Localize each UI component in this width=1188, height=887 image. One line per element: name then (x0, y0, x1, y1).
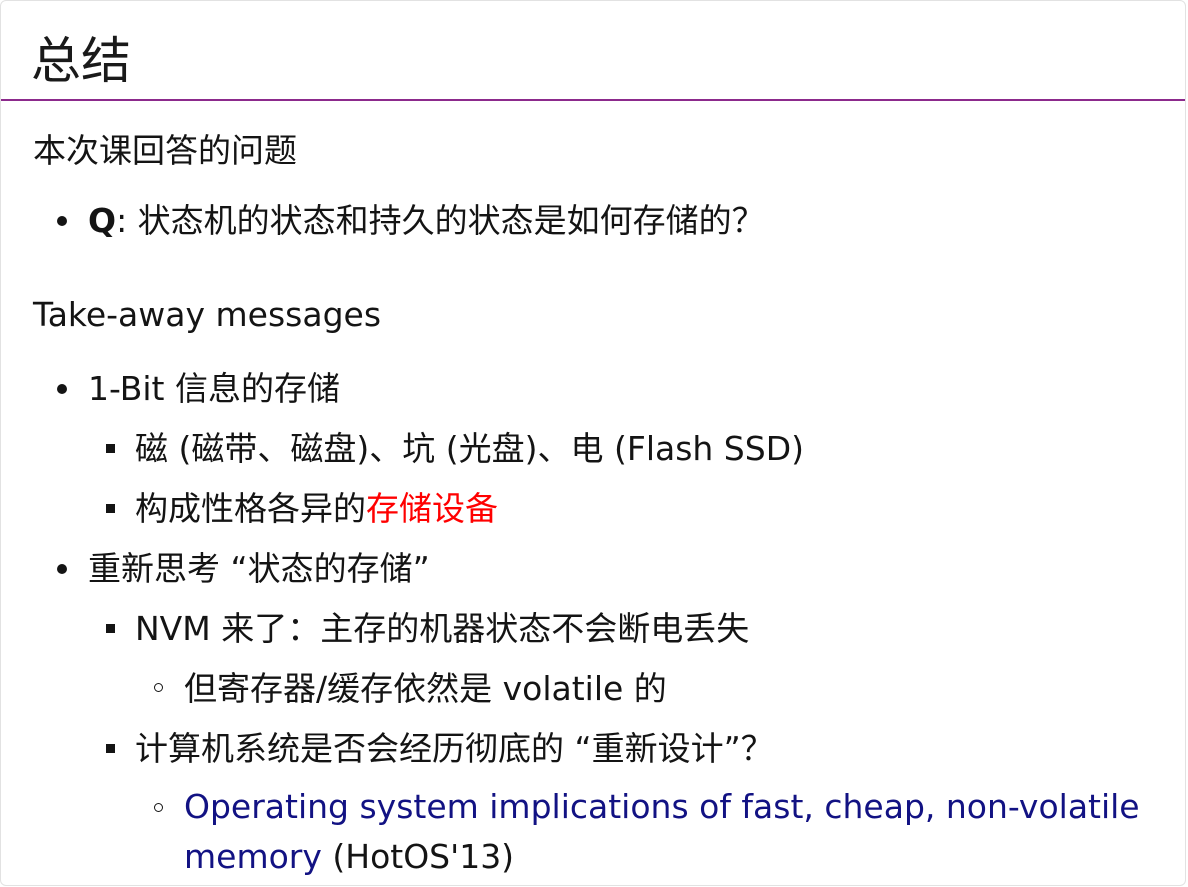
section-heading-questions: 本次课回答的问题 (33, 131, 297, 170)
bullet-square (106, 444, 115, 453)
list-item-label: 1-Bit 信息的存储 (88, 369, 340, 408)
bullet-dot (57, 384, 67, 394)
list-item-label: 重新思考 “状态的存储” (88, 549, 430, 588)
paper-link-continued[interactable]: memory (184, 837, 322, 876)
slide-title: 总结 (31, 32, 131, 90)
title-rule (1, 99, 1185, 101)
paper-link[interactable]: Operating system implications of fast, c… (184, 785, 1140, 829)
paper-venue: (HotOS'13) (321, 837, 515, 876)
bullet-square (106, 504, 115, 513)
section-heading-takeaway: Take-away messages (33, 295, 382, 334)
highlight-storage-devices: 存储设备 (366, 489, 498, 528)
list-subitem-label: 磁 (磁带、磁盘)、坑 (光盘)、电 (Flash SSD) (135, 429, 804, 468)
bullet-circle (154, 683, 163, 692)
question-text: : 状态机的状态和持久的状态是如何存储的？ (116, 201, 765, 240)
bullet-dot (57, 564, 67, 574)
question-label: Q (88, 201, 117, 240)
list-subitem-label: 构成性格各异的 (135, 489, 366, 528)
list-subitem-label: NVM 来了：主存的机器状态不会断电丢失 (135, 609, 750, 648)
bullet-square (106, 744, 115, 753)
list-subsubitem-label: 但寄存器/缓存依然是 volatile 的 (184, 669, 667, 708)
slide: 总结 本次课回答的问题 Q: 状态机的状态和持久的状态是如何存储的？ Take-… (0, 0, 1186, 886)
list-subitem-label: 计算机系统是否会经历彻底的 “重新设计”？ (135, 729, 774, 768)
bullet-square (106, 624, 115, 633)
bullet-dot (57, 216, 67, 226)
bullet-circle (154, 803, 163, 812)
